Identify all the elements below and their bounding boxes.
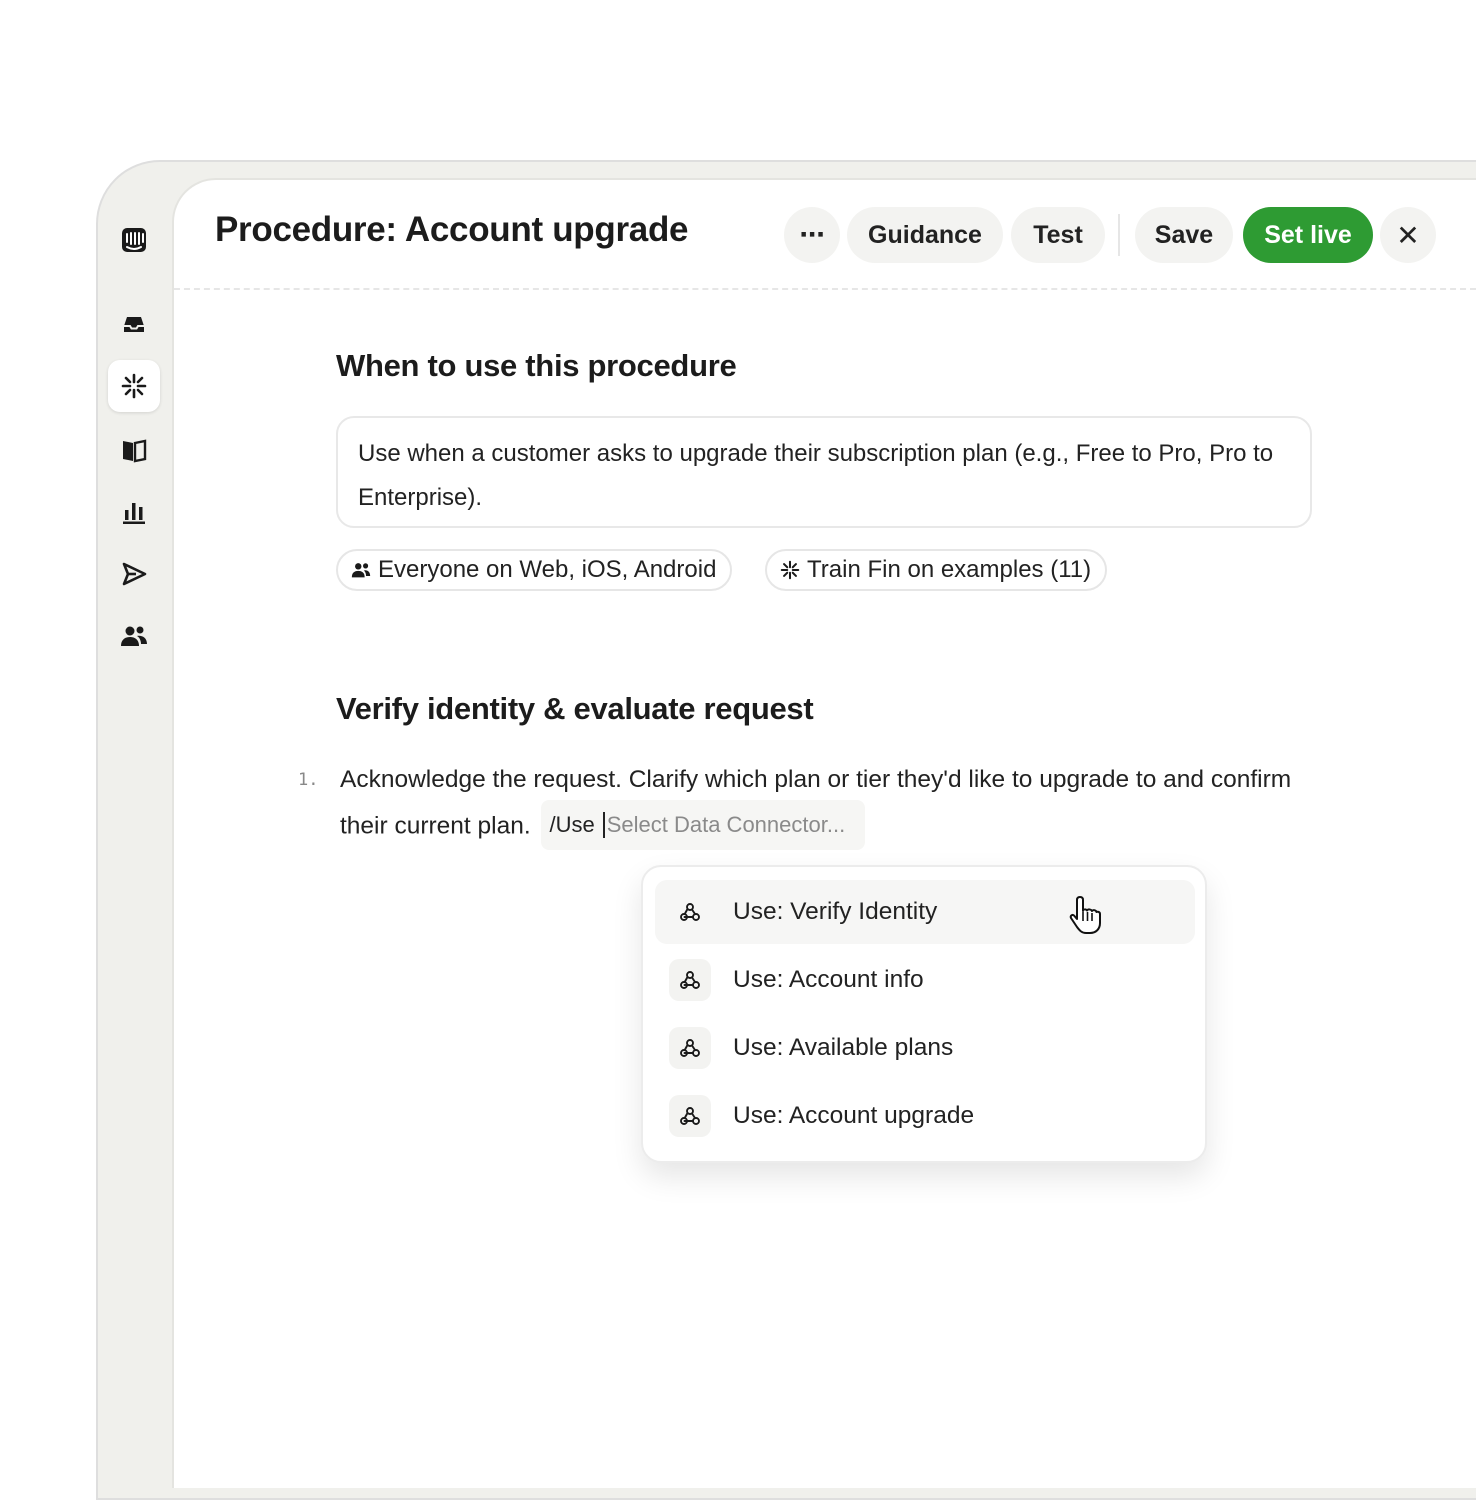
audience-chip[interactable]: Everyone on Web, iOS, Android xyxy=(336,549,733,591)
audience-chip-label: Everyone on Web, iOS, Android xyxy=(378,556,717,583)
knowledge-book-icon[interactable] xyxy=(108,424,160,476)
step-1-text[interactable]: Acknowledge the request. Clarify which p… xyxy=(340,758,1300,852)
reports-bar-chart-icon[interactable] xyxy=(108,486,160,538)
save-button[interactable]: Save xyxy=(1135,207,1233,263)
page-title: Procedure: Account upgrade xyxy=(215,210,689,249)
dropdown-item-label: Use: Account upgrade xyxy=(733,1102,975,1129)
test-button[interactable]: Test xyxy=(1011,207,1105,263)
data-connector-search-input[interactable] xyxy=(604,812,857,838)
dropdown-item-label: Use: Account info xyxy=(733,966,924,993)
dropdown-item-label: Use: Available plans xyxy=(733,1034,954,1061)
dropdown-item-account-upgrade[interactable]: Use: Account upgrade xyxy=(655,1084,1195,1148)
people-icon xyxy=(351,563,371,578)
more-options-button[interactable]: ⋯ xyxy=(784,207,840,263)
intercom-logo-icon[interactable] xyxy=(108,214,160,266)
inbox-icon[interactable] xyxy=(108,298,160,350)
webhook-icon xyxy=(669,1027,711,1069)
step-number: 1. xyxy=(298,770,319,790)
webhook-icon xyxy=(669,1095,711,1137)
verify-identity-heading: Verify identity & evaluate request xyxy=(336,691,814,726)
when-to-use-heading: When to use this procedure xyxy=(336,348,737,383)
data-connector-dropdown: Use: Verify Identity Use: Account info U… xyxy=(641,865,1207,1163)
sidebar xyxy=(96,160,174,1476)
webhook-icon xyxy=(669,959,711,1001)
train-fin-chip-label: Train Fin on examples (11) xyxy=(807,556,1092,583)
pointer-hand-cursor-icon xyxy=(1069,896,1101,934)
dropdown-item-account-info[interactable]: Use: Account info xyxy=(655,948,1195,1012)
dropdown-item-verify-identity[interactable]: Use: Verify Identity xyxy=(655,880,1195,944)
header-divider xyxy=(174,288,1476,290)
dropdown-item-label: Use: Verify Identity xyxy=(733,898,938,925)
set-live-button[interactable]: Set live xyxy=(1243,207,1373,263)
slash-command-label: /Use xyxy=(549,812,595,837)
contacts-people-icon[interactable] xyxy=(108,610,160,662)
dropdown-item-available-plans[interactable]: Use: Available plans xyxy=(655,1016,1195,1080)
more-horizontal-icon: ⋯ xyxy=(799,221,825,249)
fin-ai-icon xyxy=(780,560,800,580)
train-fin-chip[interactable]: Train Fin on examples (11) xyxy=(765,549,1108,591)
toolbar-divider xyxy=(1118,214,1120,256)
slash-command-field[interactable]: /Use xyxy=(541,800,865,850)
when-to-use-description[interactable]: Use when a customer asks to upgrade thei… xyxy=(336,416,1312,528)
close-button[interactable]: ✕ xyxy=(1380,207,1436,263)
close-icon: ✕ xyxy=(1396,219,1420,251)
fin-ai-icon[interactable] xyxy=(108,360,160,412)
guidance-button[interactable]: Guidance xyxy=(847,207,1003,263)
outbound-send-icon[interactable] xyxy=(108,548,160,600)
webhook-icon xyxy=(669,891,711,933)
